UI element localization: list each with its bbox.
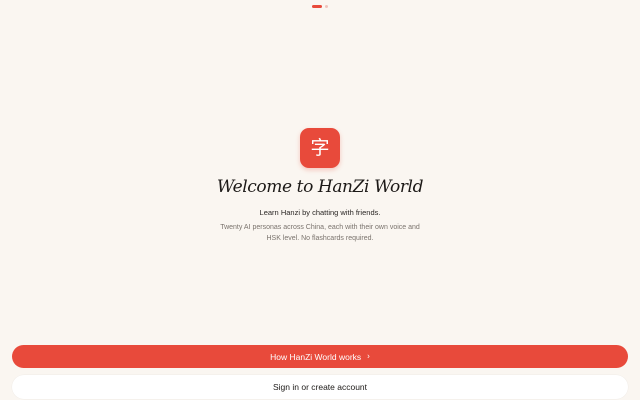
sign-in-label: Sign in or create account [272,382,368,392]
app-logo-glyph: 字 [310,136,330,159]
welcome-description: Twenty AI personas across China, each wi… [220,224,420,242]
sign-in-button[interactable]: Sign in or create account [12,375,628,399]
how-it-works-button[interactable]: How HanZi World works › [12,345,628,368]
page-indicator [0,5,640,8]
app-logo-icon: 字 [300,128,340,168]
welcome-subtitle: Learn Hanzi by chatting with friends. [259,208,381,217]
page-dot-active [312,5,322,8]
welcome-title: Welcome to HanZi World [216,177,424,197]
chevron-right-icon: › [367,351,370,360]
how-it-works-label: How HanZi World works [270,351,362,362]
page-dot-inactive [325,5,328,8]
